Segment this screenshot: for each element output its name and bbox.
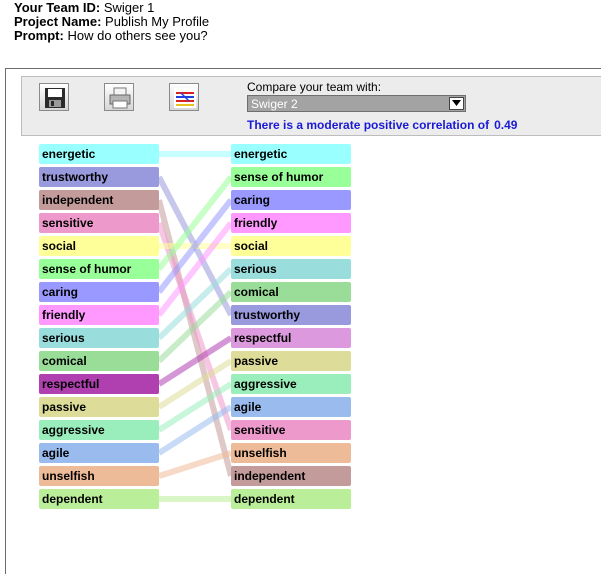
left-item-energetic[interactable]: energetic: [39, 144, 159, 164]
left-item-aggressive[interactable]: aggressive: [39, 420, 159, 440]
right-item-passive[interactable]: passive: [231, 351, 351, 371]
left-item-trustworthy[interactable]: trustworthy: [39, 167, 159, 187]
right-item-agile[interactable]: agile: [231, 397, 351, 417]
right-item-respectful[interactable]: respectful: [231, 328, 351, 348]
right-item-unselfish[interactable]: unselfish: [231, 443, 351, 463]
left-item-sense-of-humor[interactable]: sense of humor: [39, 259, 159, 279]
right-item-dependent[interactable]: dependent: [231, 489, 351, 509]
right-item-sense-of-humor[interactable]: sense of humor: [231, 167, 351, 187]
left-item-independent[interactable]: independent: [39, 190, 159, 210]
left-item-respectful[interactable]: respectful: [39, 374, 159, 394]
left-item-social[interactable]: social: [39, 236, 159, 256]
left-item-unselfish[interactable]: unselfish: [39, 466, 159, 486]
right-item-social[interactable]: social: [231, 236, 351, 256]
left-item-serious[interactable]: serious: [39, 328, 159, 348]
left-item-sensitive[interactable]: sensitive: [39, 213, 159, 233]
right-item-aggressive[interactable]: aggressive: [231, 374, 351, 394]
left-item-passive[interactable]: passive: [39, 397, 159, 417]
left-item-agile[interactable]: agile: [39, 443, 159, 463]
right-item-comical[interactable]: comical: [231, 282, 351, 302]
right-item-independent[interactable]: independent: [231, 466, 351, 486]
left-item-caring[interactable]: caring: [39, 282, 159, 302]
right-item-trustworthy[interactable]: trustworthy: [231, 305, 351, 325]
right-item-energetic[interactable]: energetic: [231, 144, 351, 164]
left-item-friendly[interactable]: friendly: [39, 305, 159, 325]
connection-line-sense-of-humor: [156, 175, 234, 271]
right-item-friendly[interactable]: friendly: [231, 213, 351, 233]
left-item-dependent[interactable]: dependent: [39, 489, 159, 509]
left-item-comical[interactable]: comical: [39, 351, 159, 371]
right-item-sensitive[interactable]: sensitive: [231, 420, 351, 440]
right-item-serious[interactable]: serious: [231, 259, 351, 279]
connection-line-unselfish: [158, 450, 232, 479]
right-item-caring[interactable]: caring: [231, 190, 351, 210]
